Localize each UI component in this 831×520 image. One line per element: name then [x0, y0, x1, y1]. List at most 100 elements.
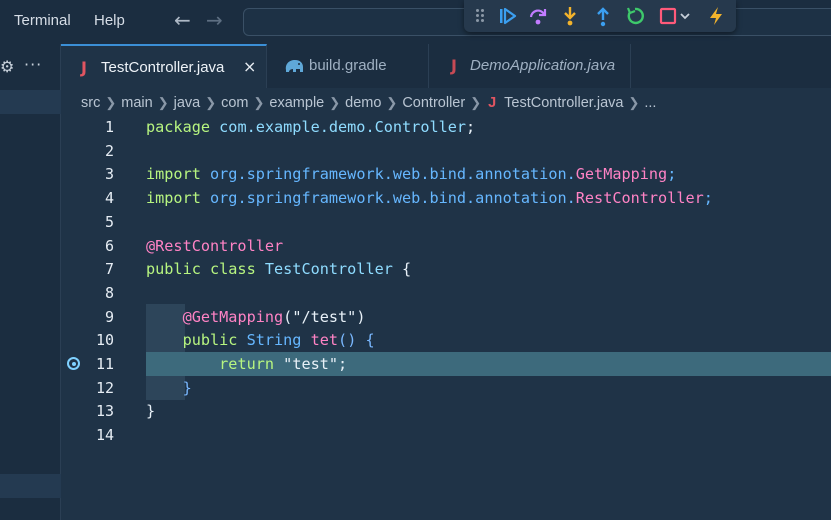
code-token: ; [667, 165, 677, 184]
tab-label: build.gradle [309, 57, 387, 74]
line-number: 14 [95, 426, 114, 445]
tab-demoapplication[interactable]: J DemoApplication.java [429, 44, 631, 88]
menu-terminal[interactable]: Terminal [14, 12, 71, 29]
code-line[interactable]: 10 public String tet() { [62, 328, 831, 352]
code-token: package [146, 118, 220, 136]
line-number: 3 [104, 165, 114, 184]
java-file-icon: J [488, 95, 497, 111]
arrow-right-icon[interactable]: → [206, 8, 223, 32]
arrow-left-icon[interactable]: ← [174, 8, 191, 32]
code-token: String [246, 331, 311, 350]
code-token: ; [703, 189, 713, 208]
code-token: () { [338, 331, 375, 350]
step-out-icon[interactable] [592, 5, 614, 27]
code-line[interactable]: 2 [62, 139, 831, 163]
code-line[interactable]: 9 @GetMapping("/test") [62, 305, 831, 329]
code-token: ; [338, 355, 348, 373]
code-token: tet [310, 331, 339, 350]
code-token: } [146, 378, 192, 397]
step-into-icon[interactable] [559, 5, 581, 27]
line-number: 9 [104, 307, 114, 326]
code-text: import org.springframework.web.bind.anno… [146, 165, 676, 183]
java-file-icon: J [81, 58, 87, 77]
line-number: 10 [95, 331, 114, 350]
code-text: @GetMapping("/test") [146, 307, 366, 326]
code-line[interactable]: 8 [62, 281, 831, 305]
stop-icon[interactable] [657, 5, 679, 27]
code-text: public class TestController { [146, 260, 411, 278]
code-line[interactable]: 3 import org.springframework.web.bind.ann… [62, 162, 831, 186]
code-token: } [146, 402, 156, 421]
code-token: RestController [575, 189, 704, 208]
code-line[interactable]: 5 [62, 210, 831, 234]
breadcrumb-file[interactable]: TestController.java [504, 95, 623, 111]
code-token: public [182, 331, 247, 350]
breadcrumb: src ❯ main ❯ java ❯ com ❯ example ❯ demo ❯ Con… [81, 95, 657, 111]
code-editor[interactable]: 1 package com.example.demo.Controller; 2 3 i… [62, 115, 831, 520]
breadcrumb-item[interactable]: java [174, 95, 201, 111]
code-token: ("/test") [283, 307, 366, 326]
restart-icon[interactable] [624, 5, 646, 27]
line-number: 1 [104, 118, 114, 136]
code-text: return "test"; [146, 355, 347, 373]
code-token: import [146, 165, 211, 184]
code-text: package com.example.demo.Controller; [146, 118, 475, 136]
code-text: } [146, 402, 155, 420]
code-token: public class [146, 260, 265, 279]
code-line[interactable]: 7 public class TestController { [62, 257, 831, 281]
code-token: { [402, 260, 412, 279]
drag-handle-icon[interactable] [476, 9, 486, 23]
code-token: @GetMapping [182, 307, 284, 326]
code-token: ; [466, 118, 476, 136]
sidebar-selected-row[interactable] [0, 90, 61, 114]
gradle-elephant-icon [285, 60, 303, 72]
breadcrumb-item[interactable]: Controller [402, 95, 465, 111]
code-line[interactable]: 13} [62, 399, 831, 423]
breadcrumb-item[interactable]: src [81, 95, 100, 111]
breadcrumb-item[interactable]: com [221, 95, 248, 111]
tab-testcontroller[interactable]: J TestController.java × [61, 44, 267, 88]
line-number: 8 [104, 283, 114, 302]
debug-toolbar [464, 0, 736, 32]
breadcrumb-item[interactable]: main [121, 95, 152, 111]
editor-tabs: J TestController.java × build.gradle J D… [61, 44, 831, 88]
sidebar-highlight-row[interactable] [0, 474, 61, 498]
close-icon[interactable]: × [243, 57, 256, 76]
code-line[interactable]: 11 return "test"; [62, 352, 831, 376]
hot-code-replace-icon[interactable] [705, 5, 727, 27]
code-line[interactable]: 4 import org.springframework.web.bind.ann… [62, 186, 831, 210]
breadcrumb-item[interactable]: demo [345, 95, 381, 111]
code-line[interactable]: 6 @RestController [62, 234, 831, 258]
line-number: 12 [95, 378, 114, 397]
tab-build-gradle[interactable]: build.gradle [267, 44, 429, 88]
line-number: 11 [95, 355, 114, 373]
chevron-down-icon[interactable] [678, 5, 692, 27]
side-bar: ⚙ ··· [0, 44, 61, 520]
code-text: import org.springframework.web.bind.anno… [146, 189, 713, 207]
code-text: public String tet() { [146, 331, 375, 349]
line-number: 4 [104, 189, 114, 208]
breadcrumb-item[interactable]: example [269, 95, 324, 111]
code-token: org.springframework.web.bind.annotation. [210, 165, 576, 184]
code-token: return [219, 355, 284, 373]
more-actions-icon[interactable]: ··· [24, 55, 42, 74]
code-token: TestController [264, 260, 403, 279]
menu-help[interactable]: Help [94, 12, 125, 29]
continue-icon[interactable] [496, 5, 518, 27]
code-line[interactable]: 1 package com.example.demo.Controller; [62, 115, 831, 139]
code-text: @RestController [146, 237, 283, 255]
code-token: com.example.demo.Controller [219, 118, 467, 136]
code-line[interactable]: 14 [62, 423, 831, 447]
code-token: org.springframework.web.bind.annotation. [210, 189, 576, 208]
breadcrumb-more[interactable]: ... [644, 95, 656, 111]
code-line[interactable]: 12 } [62, 376, 831, 400]
code-token: @RestController [146, 236, 284, 255]
line-number: 5 [104, 212, 114, 231]
code-text: } [146, 379, 192, 397]
step-over-icon[interactable] [527, 5, 549, 27]
gear-icon[interactable]: ⚙ [0, 57, 14, 76]
line-number: 7 [104, 260, 114, 279]
line-number: 2 [104, 141, 114, 160]
